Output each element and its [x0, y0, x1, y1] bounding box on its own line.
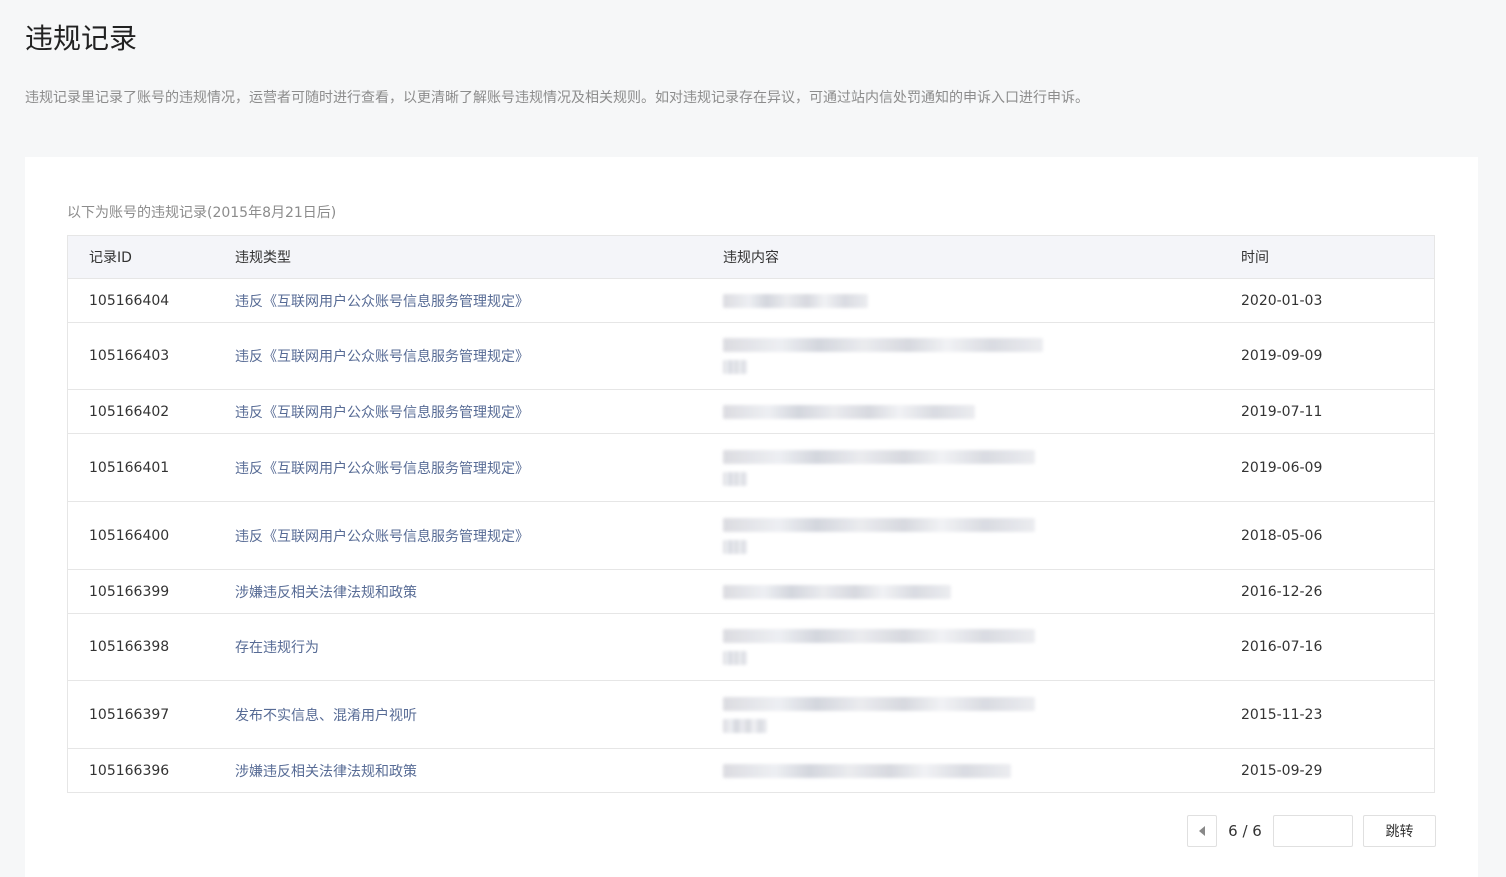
record-time: 2019-07-11 [1241, 389, 1435, 434]
record-id: 105166400 [67, 501, 235, 570]
column-header-time: 时间 [1241, 235, 1435, 279]
record-type-link[interactable]: 违反《互联网用户公众账号信息服务管理规定》 [235, 278, 723, 323]
table-row: 105166403 违反《互联网用户公众账号信息服务管理规定》 2019-09-… [67, 322, 1435, 390]
record-time: 2016-12-26 [1241, 569, 1435, 614]
table-row: 105166396 涉嫌违反相关法律法规和政策 2015-09-29 [67, 748, 1435, 793]
table-header-row: 记录ID 违规类型 违规内容 时间 [67, 235, 1435, 279]
page-title: 违规记录 [25, 22, 138, 55]
records-table: 记录ID 违规类型 违规内容 时间 105166404 违反《互联网用户公众账号… [67, 235, 1435, 793]
table-row: 105166402 违反《互联网用户公众账号信息服务管理规定》 2019-07-… [67, 389, 1435, 434]
record-time: 2018-05-06 [1241, 501, 1435, 570]
record-content-redacted [723, 322, 1241, 390]
record-content-redacted [723, 569, 1241, 614]
table-row: 105166397 发布不实信息、混淆用户视听 2015-11-23 [67, 680, 1435, 749]
record-type-link[interactable]: 涉嫌违反相关法律法规和政策 [235, 748, 723, 793]
record-id: 105166401 [67, 433, 235, 502]
record-id: 105166404 [67, 278, 235, 323]
prev-page-button[interactable] [1187, 815, 1217, 847]
record-id: 105166402 [67, 389, 235, 434]
table-row: 105166404 违反《互联网用户公众账号信息服务管理规定》 2020-01-… [67, 278, 1435, 323]
record-type-link[interactable]: 违反《互联网用户公众账号信息服务管理规定》 [235, 433, 723, 502]
record-time: 2015-09-29 [1241, 748, 1435, 793]
record-time: 2016-07-16 [1241, 613, 1435, 681]
record-type-link[interactable]: 违反《互联网用户公众账号信息服务管理规定》 [235, 501, 723, 570]
page-description: 违规记录里记录了账号的违规情况，运营者可随时进行查看，以更清晰了解账号违规情况及… [25, 90, 1089, 106]
caret-left-icon [1199, 826, 1205, 836]
page-indicator: 6 / 6 [1228, 822, 1262, 840]
record-time: 2019-06-09 [1241, 433, 1435, 502]
record-time: 2019-09-09 [1241, 322, 1435, 390]
table-row: 105166398 存在违规行为 2016-07-16 [67, 613, 1435, 681]
table-row: 105166400 违反《互联网用户公众账号信息服务管理规定》 2018-05-… [67, 501, 1435, 570]
column-header-id: 记录ID [67, 235, 235, 279]
record-content-redacted [723, 433, 1241, 502]
record-id: 105166399 [67, 569, 235, 614]
record-id: 105166397 [67, 680, 235, 749]
record-time: 2015-11-23 [1241, 680, 1435, 749]
record-content-redacted [723, 680, 1241, 749]
record-id: 105166403 [67, 322, 235, 390]
records-caption: 以下为账号的违规记录(2015年8月21日后) [67, 205, 337, 221]
column-header-type: 违规类型 [235, 235, 723, 279]
record-content-redacted [723, 389, 1241, 434]
table-row: 105166401 违反《互联网用户公众账号信息服务管理规定》 2019-06-… [67, 433, 1435, 502]
record-type-link[interactable]: 违反《互联网用户公众账号信息服务管理规定》 [235, 389, 723, 434]
record-content-redacted [723, 613, 1241, 681]
record-id: 105166398 [67, 613, 235, 681]
record-id: 105166396 [67, 748, 235, 793]
column-header-content: 违规内容 [723, 235, 1241, 279]
pagination: 6 / 6 跳转 [1187, 815, 1436, 847]
record-content-redacted [723, 278, 1241, 323]
record-type-link[interactable]: 发布不实信息、混淆用户视听 [235, 680, 723, 749]
record-content-redacted [723, 748, 1241, 793]
record-type-link[interactable]: 违反《互联网用户公众账号信息服务管理规定》 [235, 322, 723, 390]
jump-page-input[interactable] [1273, 815, 1353, 847]
record-time: 2020-01-03 [1241, 278, 1435, 323]
record-type-link[interactable]: 存在违规行为 [235, 613, 723, 681]
jump-button[interactable]: 跳转 [1363, 815, 1436, 847]
records-card: 以下为账号的违规记录(2015年8月21日后) 记录ID 违规类型 违规内容 时… [25, 157, 1478, 877]
record-content-redacted [723, 501, 1241, 570]
table-row: 105166399 涉嫌违反相关法律法规和政策 2016-12-26 [67, 569, 1435, 614]
record-type-link[interactable]: 涉嫌违反相关法律法规和政策 [235, 569, 723, 614]
